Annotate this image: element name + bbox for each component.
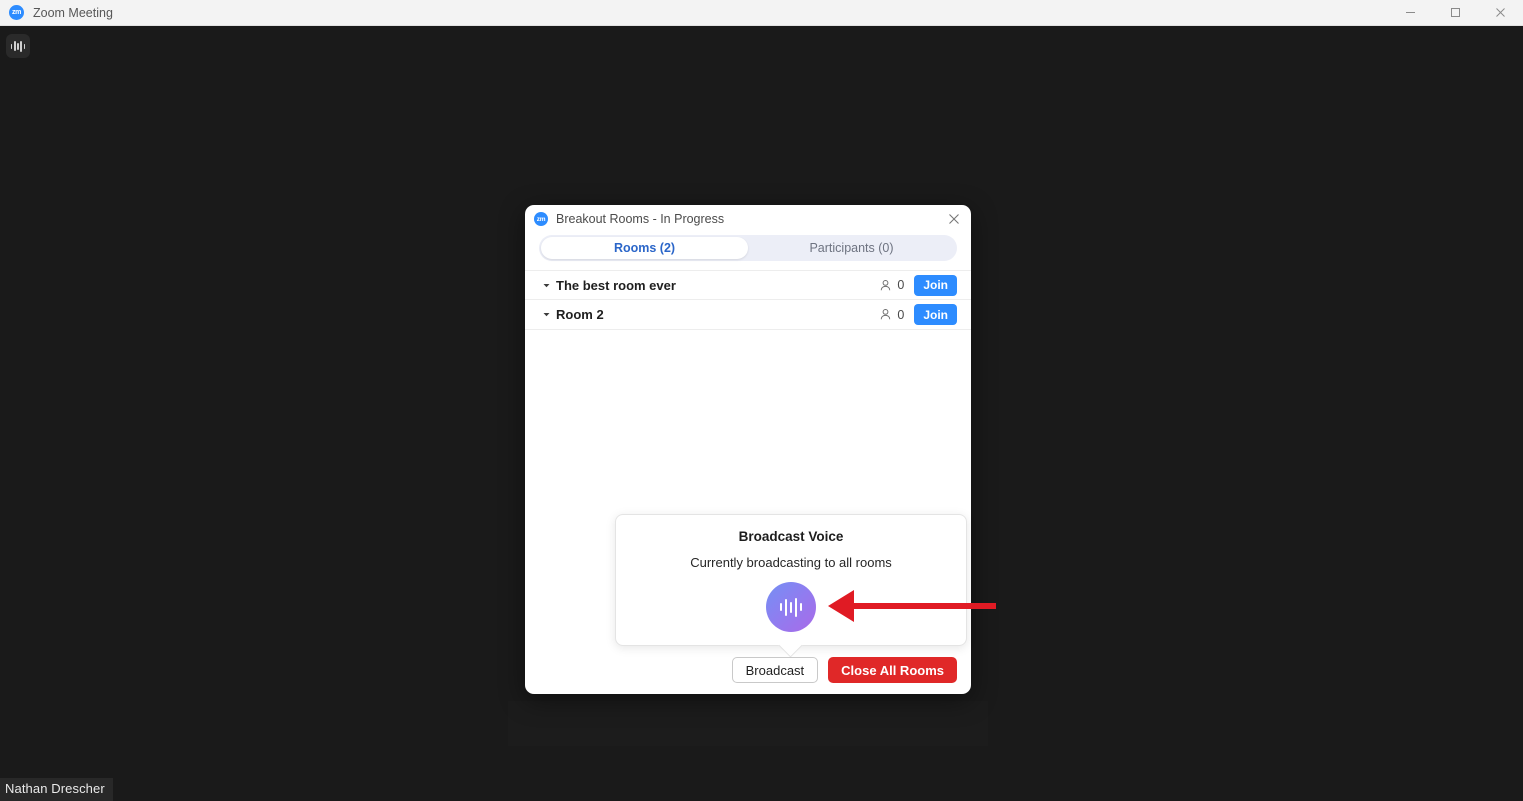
self-participant-name: Nathan Drescher	[0, 778, 113, 801]
close-all-rooms-button[interactable]: Close All Rooms	[828, 657, 957, 683]
room-name: The best room ever	[556, 277, 676, 293]
room-name: Room 2	[556, 307, 604, 322]
join-room-button[interactable]: Join	[914, 274, 957, 296]
broadcast-voice-popup: Broadcast Voice Currently broadcasting t…	[615, 514, 967, 646]
tab-participants[interactable]: Participants (0)	[748, 237, 955, 259]
audio-waveform-icon	[779, 597, 803, 617]
audio-waveform-icon	[6, 34, 30, 58]
waveform-bars	[10, 40, 26, 52]
participant-count: 0	[897, 307, 905, 322]
dialog-header: zm Breakout Rooms - In Progress	[525, 205, 971, 233]
broadcast-popup-subtitle: Currently broadcasting to all rooms	[690, 555, 892, 570]
window-title: Zoom Meeting	[33, 5, 113, 20]
dialog-tabs: Rooms (2) Participants (0)	[539, 235, 957, 261]
breakout-rooms-dialog: zm Breakout Rooms - In Progress Rooms (2…	[525, 205, 971, 694]
join-room-button[interactable]: Join	[914, 304, 957, 325]
dialog-footer: Broadcast Close All Rooms	[525, 646, 971, 694]
chevron-down-icon[interactable]	[539, 310, 553, 319]
zoom-logo-icon: zm	[534, 212, 548, 226]
close-button[interactable]	[1478, 0, 1523, 26]
maximize-button[interactable]	[1433, 0, 1478, 26]
person-icon	[881, 309, 891, 320]
chevron-down-icon[interactable]	[539, 281, 553, 290]
zoom-logo-icon: zm	[9, 5, 24, 20]
window-controls	[1388, 0, 1523, 26]
broadcast-button[interactable]: Broadcast	[731, 657, 819, 683]
video-tile-region	[508, 701, 988, 746]
broadcast-popup-title: Broadcast Voice	[738, 529, 844, 544]
broadcast-voice-indicator[interactable]	[766, 582, 816, 632]
tab-rooms[interactable]: Rooms (2)	[541, 237, 748, 259]
table-row[interactable]: The best room ever 0 Join	[525, 270, 971, 300]
participant-count: 0	[897, 278, 905, 292]
window-titlebar: zm Zoom Meeting	[0, 0, 1523, 26]
table-row[interactable]: Room 2 0 Join	[525, 300, 971, 330]
minimize-button[interactable]	[1388, 0, 1433, 26]
person-icon	[881, 279, 891, 290]
room-meta: 0 Join	[879, 274, 957, 296]
room-list: The best room ever 0 Join Room 2 0 Join	[525, 270, 971, 330]
dialog-close-icon[interactable]	[943, 209, 965, 229]
room-meta: 0 Join	[879, 304, 957, 325]
meeting-video-stage: Nathan Drescher zm Breakout Rooms - In P…	[0, 26, 1523, 801]
dialog-title: Breakout Rooms - In Progress	[556, 212, 725, 226]
